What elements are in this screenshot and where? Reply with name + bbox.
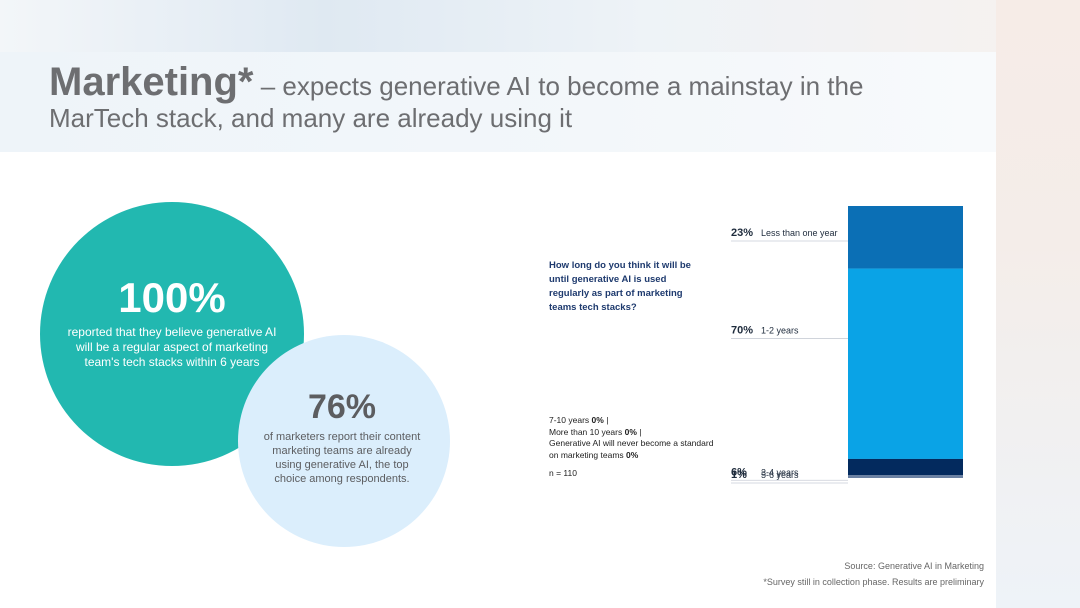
value-label-3: 1% bbox=[731, 469, 747, 481]
category-label-0: Less than one year bbox=[761, 228, 838, 238]
bar-segment-0 bbox=[848, 206, 963, 269]
bar-segment-2 bbox=[848, 458, 963, 476]
bar-segment-3 bbox=[848, 475, 963, 478]
category-label-1: 1-2 years bbox=[761, 326, 799, 336]
category-label-3: 5-6 years bbox=[761, 470, 799, 480]
value-label-0: 23% bbox=[731, 227, 753, 239]
bar-segment-1 bbox=[848, 268, 963, 459]
footnote: *Survey still in collection phase. Resul… bbox=[763, 577, 984, 587]
stacked-bar-chart: 23% Less than one year70% 1-2 years6% 3-4 y… bbox=[731, 206, 963, 484]
source-note: Source: Generative AI in Marketing bbox=[844, 561, 984, 571]
value-label-1: 70% bbox=[731, 325, 753, 337]
